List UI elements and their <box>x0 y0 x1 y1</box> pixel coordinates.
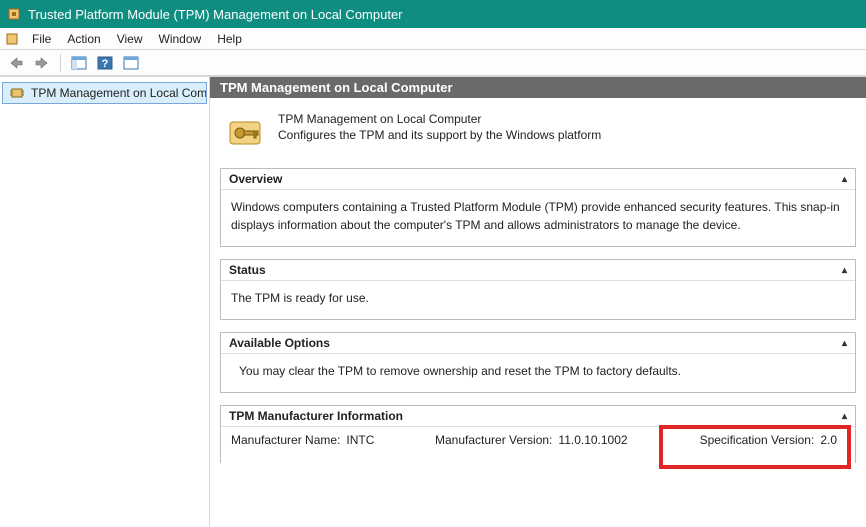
manufacturer-name-value: INTC <box>346 433 374 447</box>
arrow-right-icon <box>35 57 49 69</box>
content-header: TPM Management on Local Computer <box>210 77 866 98</box>
content-pane: TPM Management on Local Computer TPM Man… <box>210 77 866 527</box>
section-overview-header[interactable]: Overview ▴ <box>221 169 855 190</box>
specification-version-label: Specification Version: <box>700 433 815 447</box>
specification-version: Specification Version: 2.0 <box>700 433 837 447</box>
section-overview: Overview ▴ Windows computers containing … <box>220 168 856 247</box>
section-status: Status ▴ The TPM is ready for use. <box>220 259 856 320</box>
collapse-caret-icon: ▴ <box>842 174 847 185</box>
manufacturer-row: Manufacturer Name: INTC Manufacturer Ver… <box>221 427 855 463</box>
panel-icon <box>71 56 87 70</box>
section-status-header[interactable]: Status ▴ <box>221 260 855 281</box>
svg-text:?: ? <box>102 58 109 70</box>
help-icon: ? <box>97 56 113 70</box>
workspace: TPM Management on Local Compu TPM Manage… <box>0 76 866 527</box>
show-hide-tree-button[interactable] <box>67 52 91 74</box>
back-button[interactable] <box>4 52 28 74</box>
manufacturer-version-value: 11.0.10.1002 <box>558 433 627 447</box>
menu-file[interactable]: File <box>24 30 59 48</box>
intro-text: TPM Management on Local Computer Configu… <box>278 112 601 142</box>
nav-item-tpm-management[interactable]: TPM Management on Local Compu <box>2 82 207 104</box>
section-manufacturer: TPM Manufacturer Information ▴ Manufactu… <box>220 405 856 463</box>
menu-action[interactable]: Action <box>59 30 108 48</box>
window-icon <box>123 56 139 70</box>
content-body: TPM Management on Local Computer Configu… <box>210 98 866 485</box>
menu-view[interactable]: View <box>109 30 151 48</box>
nav-item-label: TPM Management on Local Compu <box>31 86 207 100</box>
section-options-header[interactable]: Available Options ▴ <box>221 333 855 354</box>
manufacturer-version-label: Manufacturer Version: <box>435 433 552 447</box>
toolbar-separator <box>60 54 61 72</box>
manufacturer-version: Manufacturer Version: 11.0.10.1002 <box>435 433 685 447</box>
specification-version-value: 2.0 <box>820 433 837 447</box>
window-title: Trusted Platform Module (TPM) Management… <box>28 7 403 22</box>
navigation-pane: TPM Management on Local Compu <box>0 77 210 527</box>
menu-window[interactable]: Window <box>151 30 210 48</box>
section-overview-title: Overview <box>229 172 282 186</box>
manufacturer-name-label: Manufacturer Name: <box>231 433 340 447</box>
app-small-icon <box>4 31 20 47</box>
intro-block: TPM Management on Local Computer Configu… <box>220 106 856 168</box>
section-options-body: You may clear the TPM to remove ownershi… <box>221 354 855 392</box>
collapse-caret-icon: ▴ <box>842 338 847 349</box>
tpm-chip-icon <box>9 85 25 101</box>
collapse-caret-icon: ▴ <box>842 411 847 422</box>
forward-button[interactable] <box>30 52 54 74</box>
manufacturer-name: Manufacturer Name: INTC <box>231 433 431 447</box>
highlight-annotation <box>659 425 851 469</box>
toolbar: ? <box>0 50 866 76</box>
collapse-caret-icon: ▴ <box>842 265 847 276</box>
section-manufacturer-header[interactable]: TPM Manufacturer Information ▴ <box>221 406 855 427</box>
arrow-left-icon <box>9 57 23 69</box>
section-overview-body: Windows computers containing a Trusted P… <box>221 190 855 246</box>
intro-title: TPM Management on Local Computer <box>278 112 601 126</box>
section-options: Available Options ▴ You may clear the TP… <box>220 332 856 393</box>
menubar: File Action View Window Help <box>0 28 866 50</box>
section-status-body: The TPM is ready for use. <box>221 281 855 319</box>
app-icon <box>6 6 22 22</box>
section-status-title: Status <box>229 263 266 277</box>
key-chip-icon <box>224 112 266 154</box>
menu-help[interactable]: Help <box>209 30 250 48</box>
window-titlebar: Trusted Platform Module (TPM) Management… <box>0 0 866 28</box>
section-options-title: Available Options <box>229 336 330 350</box>
section-manufacturer-title: TPM Manufacturer Information <box>229 409 403 423</box>
intro-subtitle: Configures the TPM and its support by th… <box>278 128 601 142</box>
new-window-button[interactable] <box>119 52 143 74</box>
help-button[interactable]: ? <box>93 52 117 74</box>
